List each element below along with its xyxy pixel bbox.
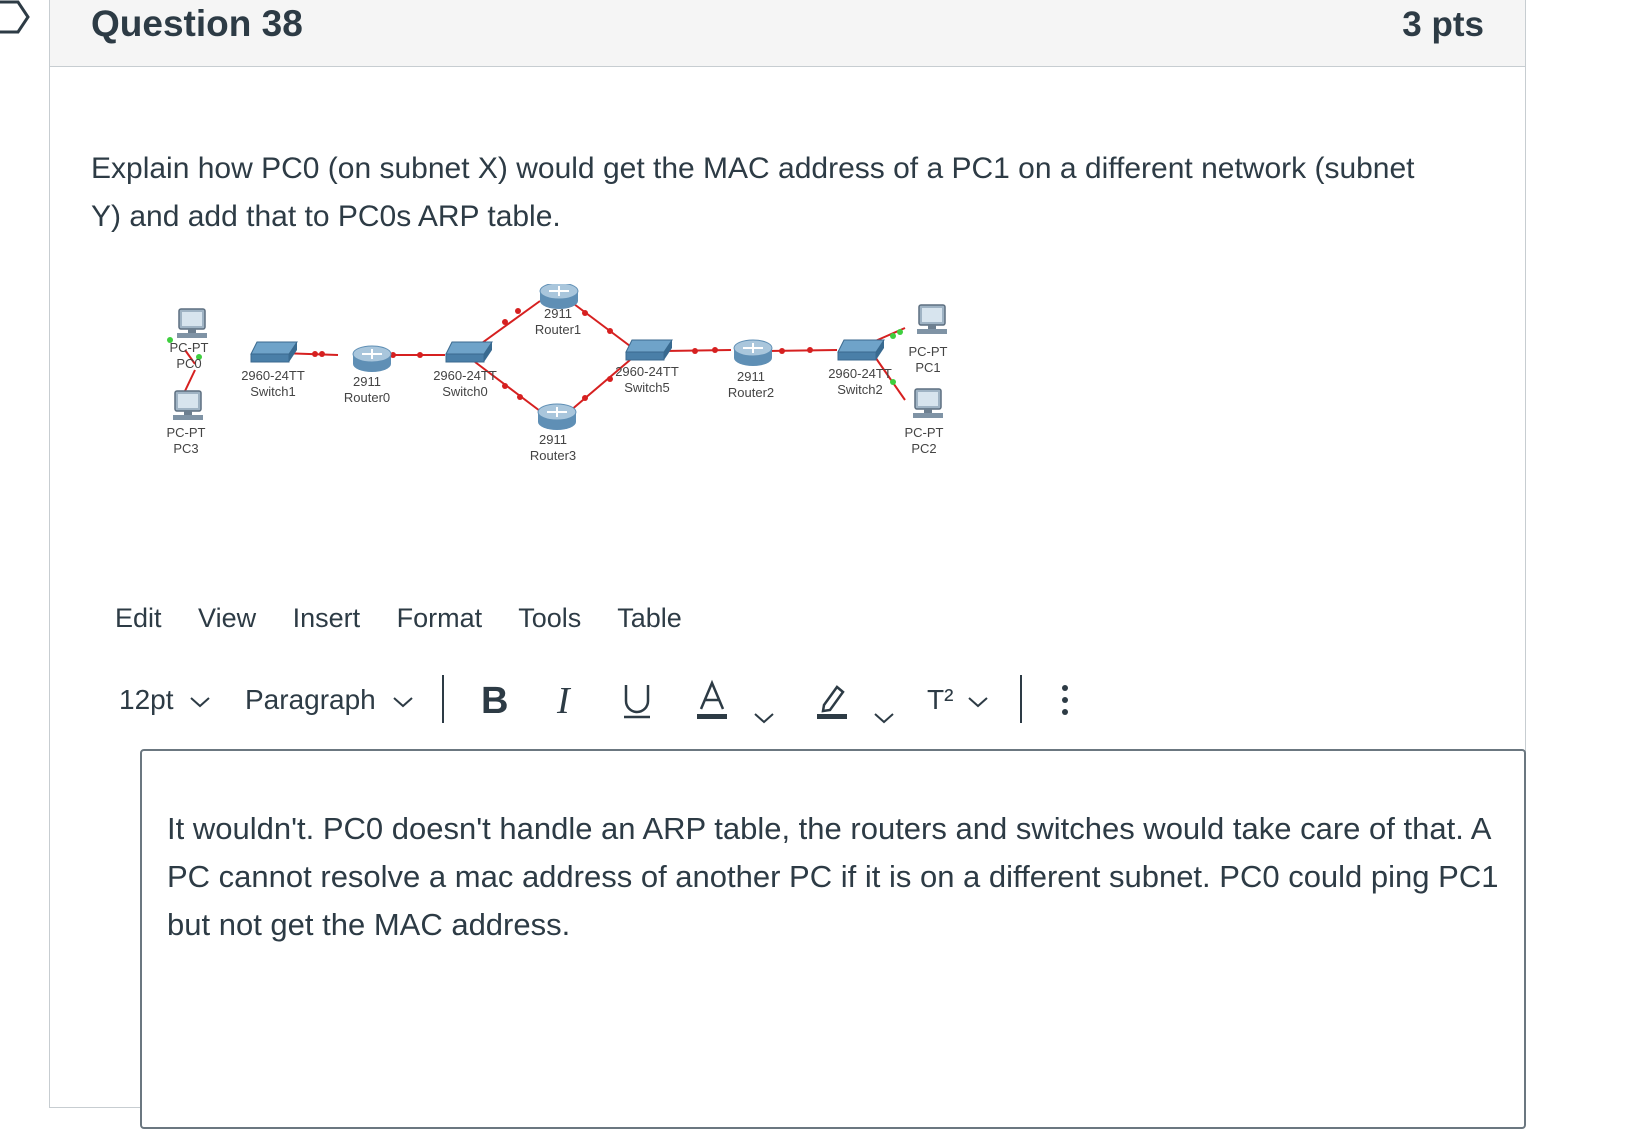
answer-text[interactable]: It wouldn't. PC0 doesn't handle an ARP t… (167, 805, 1507, 949)
pc1-icon (916, 304, 948, 335)
chevron-down-icon (874, 712, 894, 723)
font-size-select[interactable]: 12pt (119, 675, 211, 725)
underline-button[interactable] (621, 675, 653, 725)
highlight-icon (817, 685, 847, 719)
router3-type-label: 2911 (539, 432, 567, 447)
switch5-icon (625, 339, 673, 361)
router0-icon (352, 345, 392, 373)
chevron-down-icon (754, 712, 774, 723)
switch5-name-label: Switch5 (624, 380, 670, 395)
italic-icon: I (556, 680, 572, 722)
italic-button[interactable]: I (555, 675, 579, 725)
switch1-type-label: 2960-24TT (241, 368, 305, 383)
bold-icon: B (481, 680, 508, 722)
menu-table[interactable]: Table (617, 603, 682, 633)
router3-name-label: Router3 (530, 448, 576, 463)
router1-type-label: 2911 (544, 306, 572, 321)
menu-tools[interactable]: Tools (518, 603, 581, 633)
pc0-type-label: PC-PT (170, 340, 209, 355)
router2-type-label: 2911 (737, 369, 765, 384)
answer-editor[interactable]: It wouldn't. PC0 doesn't handle an ARP t… (140, 749, 1526, 1129)
chevron-down-icon (392, 696, 413, 707)
menu-edit[interactable]: Edit (115, 603, 162, 633)
pc1-type-label: PC-PT (909, 344, 948, 359)
chevron-down-icon (968, 696, 988, 707)
question-header: Question 38 3 pts (50, 0, 1525, 67)
router0-name-label: Router0 (344, 390, 390, 405)
editor-menubar: Edit View Insert Format Tools Table (115, 603, 711, 634)
question-card: Question 38 3 pts Explain how PC0 (on su… (49, 0, 1526, 1129)
menu-format[interactable]: Format (397, 603, 483, 633)
pc2-name-label: PC2 (911, 441, 936, 456)
text-color-icon (697, 679, 727, 719)
block-format-value: Paragraph (245, 684, 376, 715)
question-prompt: Explain how PC0 (on subnet X) would get … (91, 152, 1415, 233)
switch5-type-label: 2960-24TT (615, 364, 679, 379)
superscript-icon: T² (927, 684, 954, 715)
switch0-type-label: 2960-24TT (433, 368, 497, 383)
question-points: 3 pts (1402, 5, 1484, 44)
font-size-value: 12pt (119, 684, 174, 715)
toolbar-divider (1020, 675, 1022, 723)
switch0-icon (445, 341, 493, 363)
router2-icon (733, 339, 773, 367)
switch2-icon (837, 339, 885, 361)
pc1-name-label: PC1 (915, 360, 940, 375)
svg-text:B: B (481, 680, 508, 722)
router1-name-label: Router1 (535, 322, 581, 337)
pc3-type-label: PC-PT (167, 425, 206, 440)
menu-view[interactable]: View (198, 603, 256, 633)
pc3-icon (172, 390, 204, 421)
highlight-color-button[interactable] (815, 675, 895, 725)
text-color-button[interactable] (695, 675, 775, 725)
underline-icon (624, 685, 650, 719)
chevron-down-icon (190, 696, 210, 707)
switch1-name-label: Switch1 (250, 384, 296, 399)
question-flag-icon[interactable] (0, 0, 30, 40)
switch0-name-label: Switch0 (442, 384, 488, 399)
toolbar-divider (442, 675, 444, 723)
router2-name-label: Router2 (728, 385, 774, 400)
pc2-icon (912, 388, 944, 419)
switch2-type-label: 2960-24TT (828, 366, 892, 381)
editor-toolbar: 12pt Paragraph B I T² (115, 675, 1215, 725)
menu-insert[interactable]: Insert (293, 603, 361, 633)
pc0-name-label: PC0 (176, 356, 201, 371)
pc3-name-label: PC3 (173, 441, 198, 456)
question-title: Question 38 (91, 3, 303, 44)
svg-text:I: I (556, 680, 572, 722)
more-options-button[interactable] (1058, 675, 1072, 725)
switch1-icon (250, 341, 298, 363)
switch2-name-label: Switch2 (837, 382, 883, 397)
pc0-icon (176, 308, 208, 339)
router3-icon (537, 403, 577, 431)
more-options-icon (1062, 685, 1068, 715)
bold-button[interactable]: B (479, 675, 509, 725)
superscript-button[interactable]: T² (927, 675, 989, 725)
network-topology-diagram: PC-PT PC0 PC-PT PC3 2960-24TT Switch1 29… (167, 284, 948, 463)
block-format-select[interactable]: Paragraph (245, 675, 414, 725)
router0-type-label: 2911 (353, 374, 381, 389)
pc2-type-label: PC-PT (905, 425, 944, 440)
